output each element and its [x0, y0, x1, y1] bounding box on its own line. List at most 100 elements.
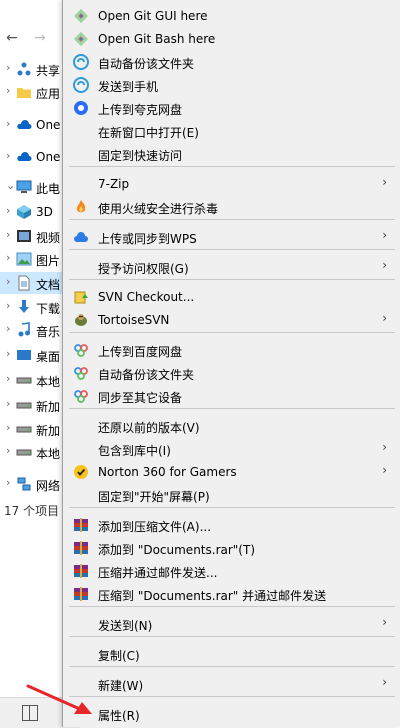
chevron-right-icon[interactable]: ›	[6, 347, 10, 360]
tree-item[interactable]: › 网络	[0, 473, 66, 495]
menu-item[interactable]: 在新窗口中打开(E)	[63, 120, 400, 142]
menu-item[interactable]: 压缩到 "Documents.rar" 并通过邮件发送	[63, 583, 400, 605]
chevron-right-icon[interactable]: ›	[6, 149, 10, 162]
tree-item[interactable]: ⌄ 此电	[0, 176, 66, 198]
network-icon	[16, 476, 32, 492]
tree-item[interactable]: › 视频	[0, 225, 66, 247]
baidu-cloud-icon	[73, 365, 89, 381]
chevron-right-icon[interactable]: ›	[6, 204, 10, 217]
menu-separator	[69, 696, 395, 697]
menu-item[interactable]: 7-Zip ›	[63, 173, 400, 195]
menu-item[interactable]: 上传到夸克网盘	[63, 97, 400, 119]
tree-item[interactable]: › 新加	[0, 394, 66, 416]
tree-item[interactable]: › 新加	[0, 418, 66, 440]
norton-icon	[73, 464, 89, 480]
menu-item[interactable]: 自动备份该文件夹	[63, 51, 400, 73]
menu-item[interactable]: 添加到压缩文件(A)...	[63, 514, 400, 536]
item-count-status: 17 个项目	[4, 504, 60, 518]
menu-item[interactable]: 授予访问权限(G) ›	[63, 256, 400, 278]
menu-item[interactable]: 新建(W) ›	[63, 673, 400, 695]
chevron-right-icon[interactable]: ›	[6, 421, 10, 434]
menu-item-label: 发送到(N)	[98, 619, 153, 633]
tree-item[interactable]: › 下载	[0, 296, 66, 318]
winrar-icon	[73, 540, 89, 556]
menu-item[interactable]: 发送到手机	[63, 74, 400, 96]
tree-item-label: 共享	[36, 64, 61, 78]
tree-item[interactable]: › One	[0, 114, 66, 136]
submenu-arrow-icon: ›	[382, 258, 387, 272]
chevron-right-icon[interactable]: ›	[6, 84, 10, 97]
baidu-sync-icon	[73, 54, 89, 70]
submenu-arrow-icon: ›	[382, 228, 387, 242]
tree-item-label: 音乐	[36, 325, 61, 339]
forward-button[interactable]: →	[34, 30, 46, 46]
menu-item[interactable]: 还原以前的版本(V)	[63, 415, 400, 437]
chevron-right-icon[interactable]: ›	[6, 275, 10, 288]
chevron-right-icon[interactable]: ›	[6, 444, 10, 457]
menu-item[interactable]: 上传或同步到WPS ›	[63, 226, 400, 248]
menu-item[interactable]: TortoiseSVN ›	[63, 309, 400, 331]
chevron-right-icon[interactable]: ›	[6, 251, 10, 264]
menu-item[interactable]: 添加到 "Documents.rar"(T)	[63, 537, 400, 559]
menu-item[interactable]: 固定到快速访问	[63, 143, 400, 165]
menu-item-label: 固定到"开始"屏幕(P)	[98, 490, 210, 504]
tree-item-label: 应用	[36, 87, 61, 101]
music-icon	[16, 322, 32, 338]
back-button[interactable]: ←	[6, 30, 18, 46]
menu-item-label: 上传或同步到WPS	[98, 232, 197, 246]
chevron-right-icon[interactable]: ›	[6, 228, 10, 241]
menu-item-label: 使用火绒安全进行杀毒	[98, 202, 219, 216]
menu-item[interactable]: 使用火绒安全进行杀毒	[63, 196, 400, 218]
tree-item[interactable]: › 音乐	[0, 319, 66, 341]
menu-item[interactable]: 发送到(N) ›	[63, 613, 400, 635]
tree-item[interactable]: › 桌面	[0, 344, 66, 366]
menu-item-label: 在新窗口中打开(E)	[98, 126, 199, 140]
tree-item[interactable]: › 共享	[0, 58, 66, 80]
menu-separator	[69, 606, 395, 607]
menu-item[interactable]: Norton 360 for Gamers ›	[63, 461, 400, 483]
menu-item-label: Open Git Bash here	[98, 32, 216, 46]
chevron-right-icon[interactable]: ›	[6, 117, 10, 130]
menu-item[interactable]: 同步至其它设备	[63, 385, 400, 407]
tree-item-label: One	[36, 150, 61, 164]
menu-item[interactable]: 固定到"开始"屏幕(P)	[63, 484, 400, 506]
tree-item[interactable]: › 文档	[0, 272, 66, 294]
chevron-right-icon[interactable]: ›	[6, 299, 10, 312]
tree-item[interactable]: › 3D	[0, 201, 66, 223]
onedrive-icon	[16, 117, 32, 133]
chevron-right-icon[interactable]: ›	[6, 372, 10, 385]
submenu-arrow-icon: ›	[382, 463, 387, 477]
drive-icon	[16, 372, 32, 388]
menu-item-label: SVN Checkout...	[98, 290, 195, 304]
tree-item[interactable]: › 本地	[0, 441, 66, 463]
onedrive-icon	[16, 149, 32, 165]
menu-item[interactable]: Open Git Bash here	[63, 28, 400, 50]
tree-item[interactable]: › 本地	[0, 369, 66, 391]
winrar-icon	[73, 586, 89, 602]
menu-separator	[69, 166, 395, 167]
menu-item[interactable]: 压缩并通过邮件发送...	[63, 560, 400, 582]
menu-item[interactable]: 包含到库中(I) ›	[63, 438, 400, 460]
tree-item[interactable]: › 图片	[0, 248, 66, 270]
chevron-right-icon[interactable]: ›	[6, 322, 10, 335]
menu-item[interactable]: Open Git GUI here	[63, 5, 400, 27]
tree-item[interactable]: › One	[0, 146, 66, 168]
menu-separator	[69, 279, 395, 280]
pc-icon	[16, 179, 32, 195]
menu-item[interactable]: 属性(R)	[63, 703, 400, 725]
chevron-right-icon[interactable]: ›	[6, 397, 10, 410]
chevron-down-icon[interactable]: ⌄	[6, 179, 15, 192]
menu-item[interactable]: 自动备份该文件夹	[63, 362, 400, 384]
menu-item[interactable]: SVN Checkout...	[63, 286, 400, 308]
menu-item[interactable]: 上传到百度网盘	[63, 339, 400, 361]
chevron-right-icon[interactable]: ›	[6, 61, 10, 74]
menu-item-label: 还原以前的版本(V)	[98, 421, 200, 435]
tree-item-label: 文档	[36, 278, 61, 292]
menu-separator	[69, 408, 395, 409]
winrar-icon	[73, 517, 89, 533]
menu-item-label: 复制(C)	[98, 649, 140, 663]
menu-item[interactable]: 复制(C)	[63, 643, 400, 665]
tree-item[interactable]: › 应用	[0, 81, 66, 103]
chevron-right-icon[interactable]: ›	[6, 476, 10, 489]
tree-item-label: 新加	[36, 400, 61, 414]
